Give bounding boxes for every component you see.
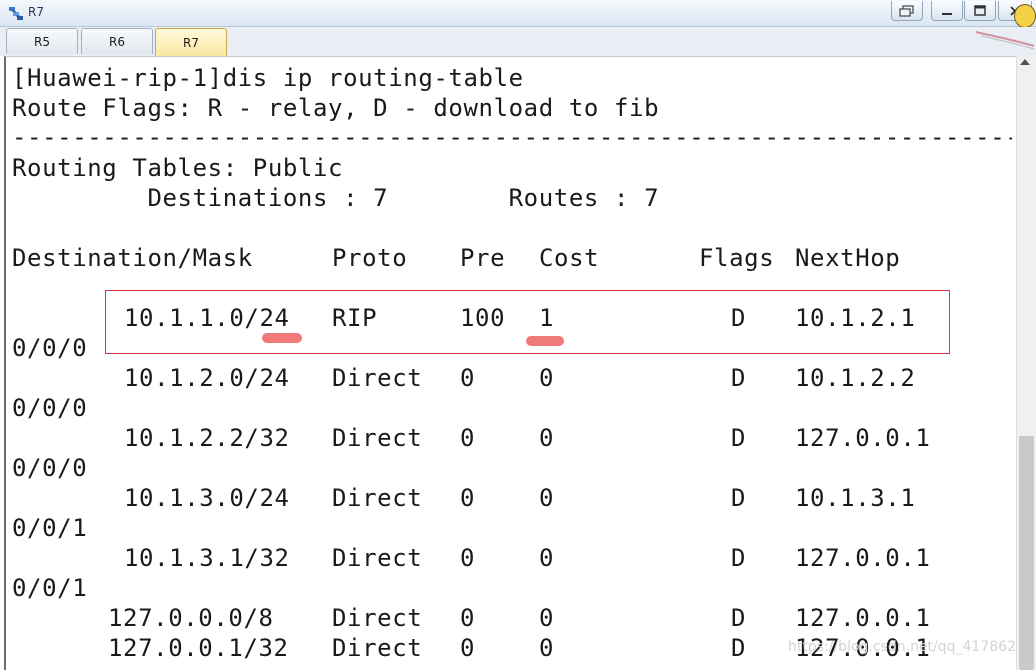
route-flags-legend: Route Flags: R - relay, D - download to … bbox=[12, 94, 660, 122]
route-dest: 10.1.3.1/32 bbox=[124, 544, 290, 572]
route-interface: 0/0/0 bbox=[12, 334, 88, 362]
separator-line: ----------------------------------------… bbox=[12, 123, 1012, 151]
tab-r6[interactable]: R6 bbox=[81, 28, 153, 54]
route-pre: 0 bbox=[460, 364, 476, 392]
header-nexthop: NextHop bbox=[795, 244, 901, 272]
restore-button[interactable] bbox=[891, 1, 923, 21]
route-flags: D bbox=[731, 544, 747, 572]
header-flags: Flags bbox=[699, 244, 775, 272]
command-line: [Huawei-rip-1]dis ip routing-table bbox=[12, 64, 524, 92]
header-cost: Cost bbox=[539, 244, 600, 272]
route-nexthop: 10.1.2.2 bbox=[795, 364, 916, 392]
route-dest: 127.0.0.0/8 bbox=[108, 604, 274, 632]
route-nexthop: 127.0.0.1 bbox=[795, 424, 931, 452]
route-pre: 0 bbox=[460, 424, 476, 452]
route-cost: 0 bbox=[539, 364, 555, 392]
vertical-scrollbar[interactable] bbox=[1016, 56, 1036, 670]
session-tab-bar: R5 R6 R7 bbox=[0, 27, 1036, 56]
minimize-button[interactable] bbox=[931, 1, 963, 21]
route-cost: 0 bbox=[539, 544, 555, 572]
mask-underline-mark bbox=[262, 333, 302, 343]
route-cost: 0 bbox=[539, 484, 555, 512]
route-pre: 0 bbox=[460, 634, 476, 662]
route-flags: D bbox=[731, 604, 747, 632]
route-proto: Direct bbox=[332, 544, 423, 572]
route-pre: 0 bbox=[460, 484, 476, 512]
route-cost: 0 bbox=[539, 424, 555, 452]
route-cost: 0 bbox=[539, 634, 555, 662]
route-dest: 10.1.3.0/24 bbox=[124, 484, 290, 512]
route-interface: 0/0/1 bbox=[12, 574, 88, 602]
route-proto: Direct bbox=[332, 424, 423, 452]
route-proto: Direct bbox=[332, 484, 423, 512]
tab-r5[interactable]: R5 bbox=[6, 28, 78, 54]
decorative-streak-icon bbox=[975, 31, 1035, 50]
route-proto: Direct bbox=[332, 604, 423, 632]
tab-r7[interactable]: R7 bbox=[155, 28, 227, 56]
header-pre: Pre bbox=[460, 244, 506, 272]
scroll-up-arrow-icon[interactable] bbox=[1020, 59, 1030, 65]
route-flags: D bbox=[731, 634, 747, 662]
route-interface: 0/0/0 bbox=[12, 394, 88, 422]
restore-icon bbox=[899, 4, 914, 17]
watermark: https://blog.csdn.net/qq_41786285 bbox=[788, 639, 1034, 655]
cost-underline-mark bbox=[526, 336, 564, 346]
header-destination: Destination/Mask bbox=[12, 244, 253, 272]
route-interface: 0/0/0 bbox=[12, 454, 88, 482]
route-cost: 0 bbox=[539, 604, 555, 632]
route-proto: Direct bbox=[332, 364, 423, 392]
route-dest: 127.0.0.1/32 bbox=[108, 634, 289, 662]
route-flags: D bbox=[731, 484, 747, 512]
routing-tables-label: Routing Tables: Public bbox=[12, 154, 344, 182]
route-pre: 0 bbox=[460, 544, 476, 572]
route-pre: 0 bbox=[460, 604, 476, 632]
destinations-summary: Destinations : 7 Routes : 7 bbox=[12, 184, 660, 212]
mascot-icon bbox=[1014, 4, 1036, 28]
maximize-icon bbox=[974, 4, 986, 16]
route-nexthop: 127.0.0.1 bbox=[795, 604, 931, 632]
route-proto: Direct bbox=[332, 634, 423, 662]
route-dest: 10.1.2.2/32 bbox=[124, 424, 290, 452]
scroll-thumb[interactable] bbox=[1019, 436, 1034, 670]
route-dest: 10.1.2.0/24 bbox=[124, 364, 290, 392]
terminal-output[interactable]: [Huawei-rip-1]dis ip routing-table Route… bbox=[4, 56, 1034, 670]
route-flags: D bbox=[731, 424, 747, 452]
route-nexthop: 10.1.3.1 bbox=[795, 484, 916, 512]
window-title: R7 bbox=[28, 5, 44, 19]
route-interface: 0/0/1 bbox=[12, 514, 88, 542]
route-nexthop: 127.0.0.1 bbox=[795, 544, 931, 572]
window-titlebar: R7 bbox=[0, 0, 1036, 28]
header-proto: Proto bbox=[332, 244, 408, 272]
maximize-button[interactable] bbox=[964, 1, 996, 21]
minimize-icon bbox=[942, 12, 952, 15]
route-flags: D bbox=[731, 364, 747, 392]
app-icon bbox=[9, 7, 23, 20]
